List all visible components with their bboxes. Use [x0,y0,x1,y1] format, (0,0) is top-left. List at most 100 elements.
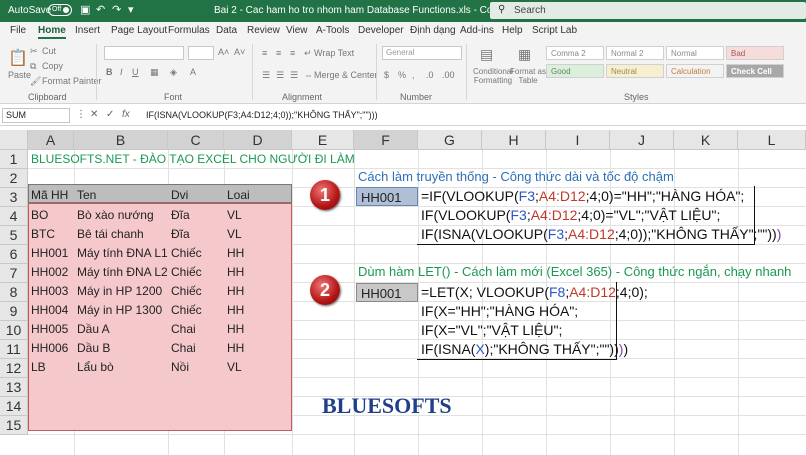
style-normal[interactable]: Normal [666,46,724,60]
shrink-font-icon[interactable]: A˅ [234,47,245,57]
bold-button[interactable]: B [106,67,113,77]
style-neutral[interactable]: Neutral [606,64,664,78]
row-header[interactable]: 9 [0,302,28,321]
insert-function-icon[interactable]: fx [122,109,130,120]
tab-help[interactable]: Help [502,25,523,36]
redo-icon[interactable]: ↷ [112,4,121,16]
align-middle-icon[interactable]: ≡ [276,48,281,58]
customize-qat-icon[interactable]: ▾ [128,4,134,16]
row-header[interactable]: 4 [0,207,28,226]
select-all-corner[interactable] [0,130,28,150]
column-header-k[interactable]: K [674,130,738,150]
tab-developer[interactable]: Developer [358,25,404,36]
font-size-combo[interactable] [188,46,214,60]
table-cell[interactable]: Máy in HP 1300 [74,301,162,320]
tab-a-tools[interactable]: A-Tools [316,25,349,36]
merge-center-button[interactable]: Merge & Center [314,70,378,80]
percent-icon[interactable]: % [398,70,406,80]
number-format-combo[interactable]: General [382,46,462,60]
table-cell[interactable]: BO [28,206,48,225]
decrease-decimal-icon[interactable]: .00 [442,70,455,80]
align-right-icon[interactable]: ☰ [290,70,298,81]
table-cell[interactable]: Đĩa [168,225,190,244]
format-as-table-button[interactable]: Format as Table [510,67,546,85]
tab-insert[interactable]: Insert [75,25,100,36]
table-cell[interactable]: Dầu B [74,339,110,358]
table-cell[interactable]: HH004 [28,301,68,320]
table-cell[interactable]: Máy in HP 1200 [74,282,162,301]
italic-button[interactable]: I [120,67,123,77]
table-cell[interactable]: Máy tính ĐNA L2 [74,263,168,282]
table-cell[interactable]: Chiếc [168,263,202,282]
name-box[interactable]: SUM [2,108,70,123]
lookup-cell-f3[interactable]: HH001 [356,187,418,206]
tab-page-layout[interactable]: Page Layout [111,25,167,36]
lookup-cell-f8[interactable]: HH001 [356,283,418,302]
table-cell[interactable]: HH001 [28,244,68,263]
table-cell[interactable]: HH [224,263,244,282]
row-header[interactable]: 3 [0,188,28,207]
table-cell[interactable]: VL [224,358,242,377]
column-header-j[interactable]: J [610,130,674,150]
table-cell[interactable]: VL [224,225,242,244]
wrap-text-button[interactable]: Wrap Text [314,48,354,58]
borders-icon[interactable]: ▦ [150,67,159,78]
column-header-f[interactable]: F [354,130,418,150]
table-cell[interactable]: Nồi [168,358,189,377]
cut-icon[interactable]: ✂ [30,46,38,57]
wrap-text-icon[interactable]: ↵ [304,48,312,59]
fill-color-icon[interactable]: ◈ [170,67,177,78]
tab-home[interactable]: Home [38,25,66,39]
table-cell[interactable]: Chiếc [168,301,202,320]
tab-review[interactable]: Review [247,25,280,36]
font-name-combo[interactable] [104,46,184,60]
table-cell[interactable]: Dầu A [74,320,110,339]
table-cell[interactable]: HH [224,339,244,358]
table-cell[interactable]: Bê tái chanh [74,225,144,244]
column-header-l[interactable]: L [738,130,806,150]
tab-script-lab[interactable]: Script Lab [532,25,577,36]
table-cell[interactable]: Chiếc [168,282,202,301]
tab-formulas[interactable]: Formulas [168,25,210,36]
enter-icon[interactable]: ✓ [106,109,114,120]
grow-font-icon[interactable]: A˄ [218,47,229,57]
tab-dinh-dang[interactable]: Định dạng [410,25,456,36]
row-header[interactable]: 10 [0,321,28,340]
column-header-i[interactable]: I [546,130,610,150]
currency-icon[interactable]: $ [384,70,389,80]
table-cell[interactable]: Chai [168,320,196,339]
table-cell[interactable]: HH [224,282,244,301]
header-cell-ma-hh[interactable]: Mã HH [28,186,68,205]
format-painter-button[interactable]: Format Painter [42,76,102,86]
table-cell[interactable]: HH [224,244,244,263]
row-header[interactable]: 15 [0,416,28,435]
table-cell[interactable]: Máy tính ĐNA L1 [74,244,168,263]
row-header[interactable]: 12 [0,359,28,378]
comma-icon[interactable]: , [412,70,415,80]
underline-button[interactable]: U [132,67,139,77]
header-cell-dvi[interactable]: Dvi [168,186,188,205]
row-header[interactable]: 14 [0,397,28,416]
tab-view[interactable]: View [286,25,308,36]
table-cell[interactable]: LB [28,358,46,377]
header-cell-loai[interactable]: Loai [224,186,250,205]
table-cell[interactable]: HH [224,320,244,339]
column-header-c[interactable]: C [168,130,224,150]
table-cell[interactable]: HH002 [28,263,68,282]
copy-button[interactable]: Copy [42,61,63,71]
tab-add-ins[interactable]: Add-ins [460,25,494,36]
table-cell[interactable]: HH [224,301,244,320]
undo-icon[interactable]: ↶ [96,4,105,16]
table-cell[interactable]: Đĩa [168,206,190,225]
style-good[interactable]: Good [546,64,604,78]
paste-button[interactable]: Paste [8,70,31,80]
column-header-d[interactable]: D [224,130,292,150]
column-header-b[interactable]: B [74,130,168,150]
style-comma-2[interactable]: Comma 2 [546,46,604,60]
tab-file[interactable]: File [10,25,26,36]
header-cell-ten[interactable]: Ten [74,186,96,205]
copy-icon[interactable]: ⧉ [30,61,36,72]
column-header-e[interactable]: E [292,130,354,150]
table-cell[interactable]: Chai [168,339,196,358]
style-check-cell[interactable]: Check Cell [726,64,784,78]
